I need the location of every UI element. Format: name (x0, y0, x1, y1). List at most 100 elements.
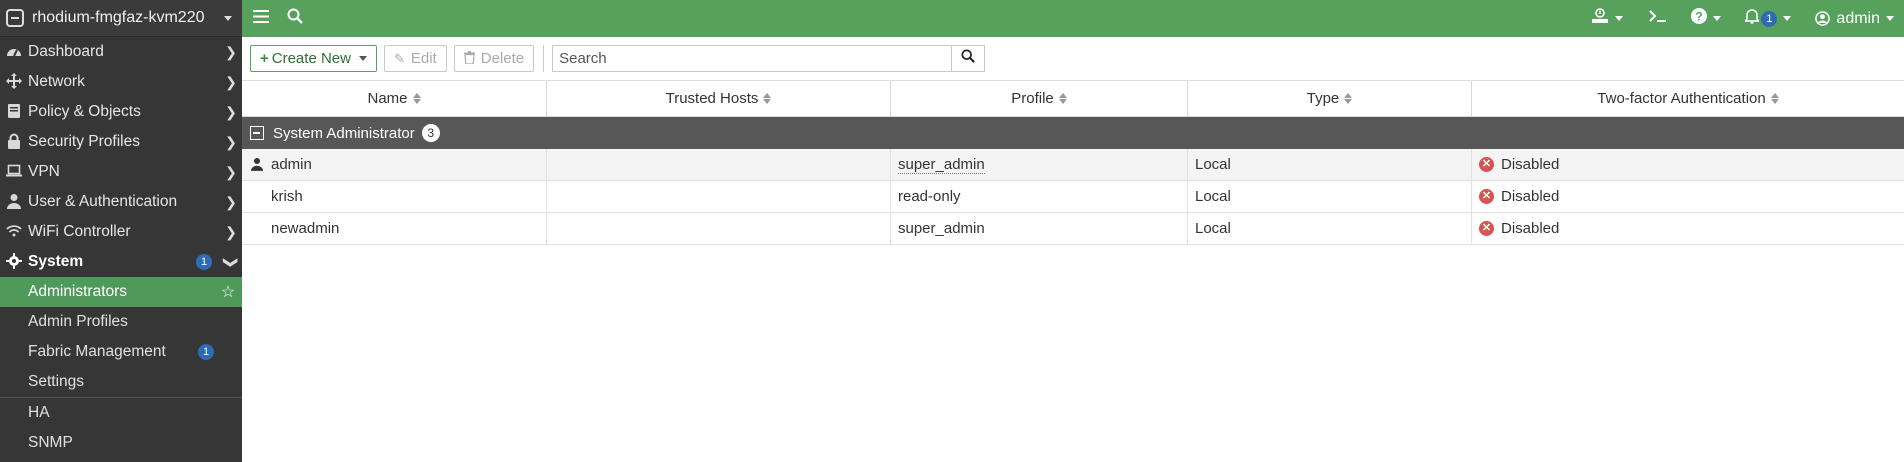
policy-icon (4, 103, 24, 122)
help-button[interactable]: ? (1679, 0, 1733, 37)
chevron-right-icon: ❯ (225, 193, 237, 210)
trash-icon (463, 50, 475, 67)
chevron-right-icon: ❯ (225, 73, 237, 90)
sidebar-item-settings[interactable]: Settings (0, 367, 242, 397)
notification-badge: 1 (1761, 10, 1778, 27)
column-header-trusted-hosts[interactable]: Trusted Hosts (547, 81, 891, 116)
cell-trusted-hosts (547, 213, 891, 244)
table-row[interactable]: admin super_admin Local ✕ Disabled (242, 149, 1904, 181)
fabric-badge: 1 (198, 344, 214, 360)
chevron-down-icon (1886, 16, 1894, 21)
chevron-down-icon: ❯ (223, 256, 240, 268)
cell-type: Local (1188, 149, 1472, 180)
sidebar-item-system[interactable]: System 1 ❯ (0, 247, 242, 277)
column-header-name[interactable]: Name (242, 81, 547, 116)
search-button[interactable] (951, 45, 986, 72)
search-box (552, 45, 986, 72)
group-header[interactable]: System Administrator 3 (242, 117, 1904, 149)
bell-icon (1744, 8, 1761, 29)
toolbar-divider (543, 45, 545, 72)
cell-trusted-hosts (547, 181, 891, 212)
chevron-right-icon: ❯ (225, 133, 237, 150)
star-icon[interactable]: ☆ (214, 282, 242, 302)
chevron-right-icon: ❯ (225, 163, 237, 180)
device-icon (6, 9, 24, 27)
hamburger-icon (253, 9, 269, 28)
sort-icon (1770, 93, 1779, 104)
device-selector[interactable]: rhodium-fmgfaz-kvm220 (0, 0, 242, 37)
user-menu-button[interactable]: admin (1803, 0, 1904, 37)
terminal-icon (1649, 9, 1667, 28)
chevron-down-icon (1783, 16, 1792, 21)
sidebar-item-snmp[interactable]: SNMP (0, 428, 242, 458)
table-row[interactable]: newadmin super_admin Local ✕ Disabled (242, 213, 1904, 245)
chevron-down-icon (1713, 16, 1722, 21)
table-row[interactable]: krish read-only Local ✕ Disabled (242, 181, 1904, 213)
menu-toggle-button[interactable] (242, 0, 280, 37)
sort-icon (1344, 93, 1353, 104)
notifications-button[interactable]: 1 (1733, 0, 1803, 37)
chevron-down-icon (1615, 16, 1624, 21)
edit-button[interactable]: ✎ Edit (383, 45, 447, 72)
help-icon: ? (1691, 8, 1708, 29)
group-count-badge: 3 (421, 124, 440, 142)
cell-name: newadmin (271, 220, 340, 237)
column-header-type[interactable]: Type (1188, 81, 1472, 116)
search-icon (961, 49, 975, 68)
sidebar-item-administrators[interactable]: Administrators ☆ (0, 277, 242, 307)
column-header-two-factor[interactable]: Two-factor Authentication (1472, 81, 1904, 116)
cell-type: Local (1188, 181, 1472, 212)
fabric-status-button[interactable] (1577, 0, 1637, 37)
disabled-icon: ✕ (1479, 157, 1494, 172)
sidebar-item-vpn[interactable]: VPN ❯ (0, 157, 242, 187)
gear-icon (4, 252, 24, 272)
lock-icon (4, 133, 24, 152)
sidebar-item-admin-profiles[interactable]: Admin Profiles (0, 307, 242, 337)
sidebar: rhodium-fmgfaz-kvm220 Dashboard ❯ Networ… (0, 0, 242, 462)
sidebar-item-network[interactable]: Network ❯ (0, 67, 242, 97)
column-header-profile[interactable]: Profile (891, 81, 1188, 116)
chevron-down-icon (224, 15, 232, 21)
sort-icon (1058, 93, 1067, 104)
plus-icon: + (260, 50, 269, 67)
system-badge: 1 (196, 254, 212, 270)
sidebar-item-wifi-controller[interactable]: WiFi Controller ❯ (0, 217, 242, 247)
cell-name: admin (271, 156, 312, 173)
group-label: System Administrator (273, 124, 415, 142)
sidebar-item-fabric-management[interactable]: Fabric Management 1 (0, 337, 242, 367)
cell-profile: super_admin (898, 220, 985, 237)
disabled-icon: ✕ (1479, 189, 1494, 204)
search-icon (287, 8, 303, 29)
dashboard-icon (4, 44, 24, 61)
create-new-button[interactable]: + Create New (250, 45, 377, 72)
sidebar-item-policy-objects[interactable]: Policy & Objects ❯ (0, 97, 242, 127)
wifi-icon (4, 224, 24, 240)
cell-name: krish (271, 188, 303, 205)
laptop-icon (4, 164, 24, 180)
cell-two-factor: Disabled (1501, 188, 1560, 205)
collapse-icon[interactable] (250, 126, 264, 140)
cell-two-factor: Disabled (1501, 220, 1560, 237)
cell-profile[interactable]: super_admin (898, 156, 985, 174)
delete-button[interactable]: Delete (453, 45, 535, 72)
cli-console-button[interactable] (1637, 0, 1679, 37)
pencil-icon: ✎ (393, 50, 405, 66)
sidebar-item-ha[interactable]: HA (0, 398, 242, 428)
top-bar: ? 1 admin (242, 0, 1904, 37)
sort-icon (763, 93, 772, 104)
cell-profile: read-only (898, 188, 961, 205)
search-input[interactable] (552, 45, 952, 72)
sidebar-item-dashboard[interactable]: Dashboard ❯ (0, 37, 242, 67)
sidebar-item-user-authentication[interactable]: User & Authentication ❯ (0, 187, 242, 217)
network-icon (4, 72, 24, 92)
sort-icon (412, 93, 421, 104)
chevron-right-icon: ❯ (225, 43, 237, 60)
user-icon (251, 157, 265, 173)
chevron-down-icon (358, 56, 367, 61)
cell-two-factor: Disabled (1501, 156, 1560, 173)
user-circle-icon (1815, 11, 1831, 26)
global-search-button[interactable] (280, 0, 310, 37)
sidebar-item-security-profiles[interactable]: Security Profiles ❯ (0, 127, 242, 157)
user-name: admin (1836, 9, 1880, 27)
table-header: Name Trusted Hosts Profile Type Two-fact… (242, 81, 1904, 117)
